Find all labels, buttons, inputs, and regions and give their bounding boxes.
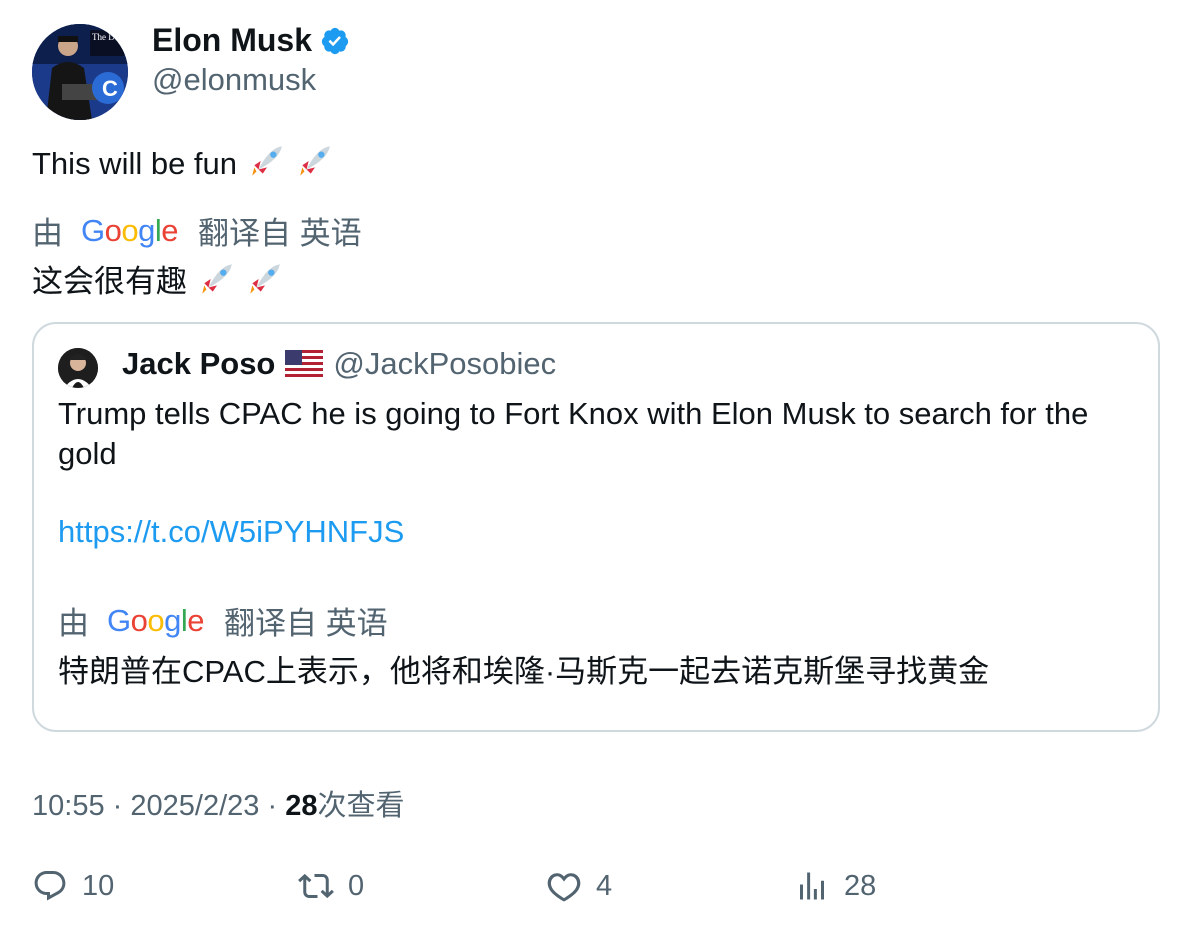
retweet-button[interactable]: 0 [298,868,364,904]
views-label: 次查看 [317,790,405,822]
svg-text:C: C [102,76,118,101]
like-button[interactable]: 4 [546,868,612,904]
tweet-time[interactable]: 10:55 [32,790,105,822]
verified-badge-icon [321,27,349,54]
quoted-author-row[interactable]: Jack Poso @JackPosobiec [122,346,556,382]
us-flag-icon [285,350,324,378]
quoted-translation-attribution: 由 Google 翻译自 英语 [58,598,388,643]
reply-count: 10 [82,869,115,902]
google-logo: Google [107,602,205,638]
retweet-icon [298,873,334,899]
author-name-row[interactable]: Elon Musk [152,22,350,59]
translation-from-label[interactable]: 翻译自 英语 [198,208,362,253]
quoted-author-avatar[interactable] [58,348,98,388]
rocket-emoji-icon [201,264,232,294]
author-avatar[interactable]: The Dogefa C [32,24,128,120]
quoted-author-handle[interactable]: @JackPosobiec [333,346,556,382]
rocket-emoji-icon [300,146,331,176]
quoted-tweet-text: Trump tells CPAC he is going to Fort Kno… [58,396,1089,471]
translation-by-label: 由 [32,216,63,251]
retweet-count: 0 [348,869,365,902]
tweet-date[interactable]: 2025/2/23 [130,790,259,822]
tweet-meta: 10:55 · 2025/2/23 · 28次查看 [32,790,405,822]
translation-attribution: 由 Google 翻译自 英语 [32,208,362,253]
like-count: 4 [596,869,613,902]
translation-from-label[interactable]: 翻译自 英语 [224,598,388,643]
author-handle[interactable]: @elonmusk [152,62,316,98]
analytics-icon [800,872,824,900]
google-logo: Google [81,212,179,248]
reply-icon [34,871,66,901]
avatar-caption: The Dogefa [92,32,128,42]
tweet-text: This will be fun [32,142,334,182]
quoted-translated-text: 特朗普在CPAC上表示，他将和埃隆·马斯克一起去诺克斯堡寻找黄金 [58,654,990,689]
tweet-text-content: This will be fun [32,146,238,181]
rocket-emoji-icon [250,264,281,294]
tweet-translated-text: 这会很有趣 [32,256,284,301]
views-count-action: 28 [844,869,877,902]
tweet-translated-content: 这会很有趣 [32,264,187,299]
quoted-tweet-link[interactable]: https://t.co/W5iPYHNFJS [58,514,404,550]
views-button[interactable]: 28 [794,868,876,904]
rocket-emoji-icon [251,146,282,176]
views-count: 28 [285,790,318,822]
reply-button[interactable]: 10 [32,868,114,904]
translation-by-label: 由 [58,606,89,641]
quoted-author-name[interactable]: Jack Poso [122,346,275,382]
quoted-tweet-card[interactable]: Jack Poso @JackPosobiec Trump tells CPAC… [32,322,1160,732]
heart-icon [547,873,581,902]
author-name[interactable]: Elon Musk [152,22,312,59]
